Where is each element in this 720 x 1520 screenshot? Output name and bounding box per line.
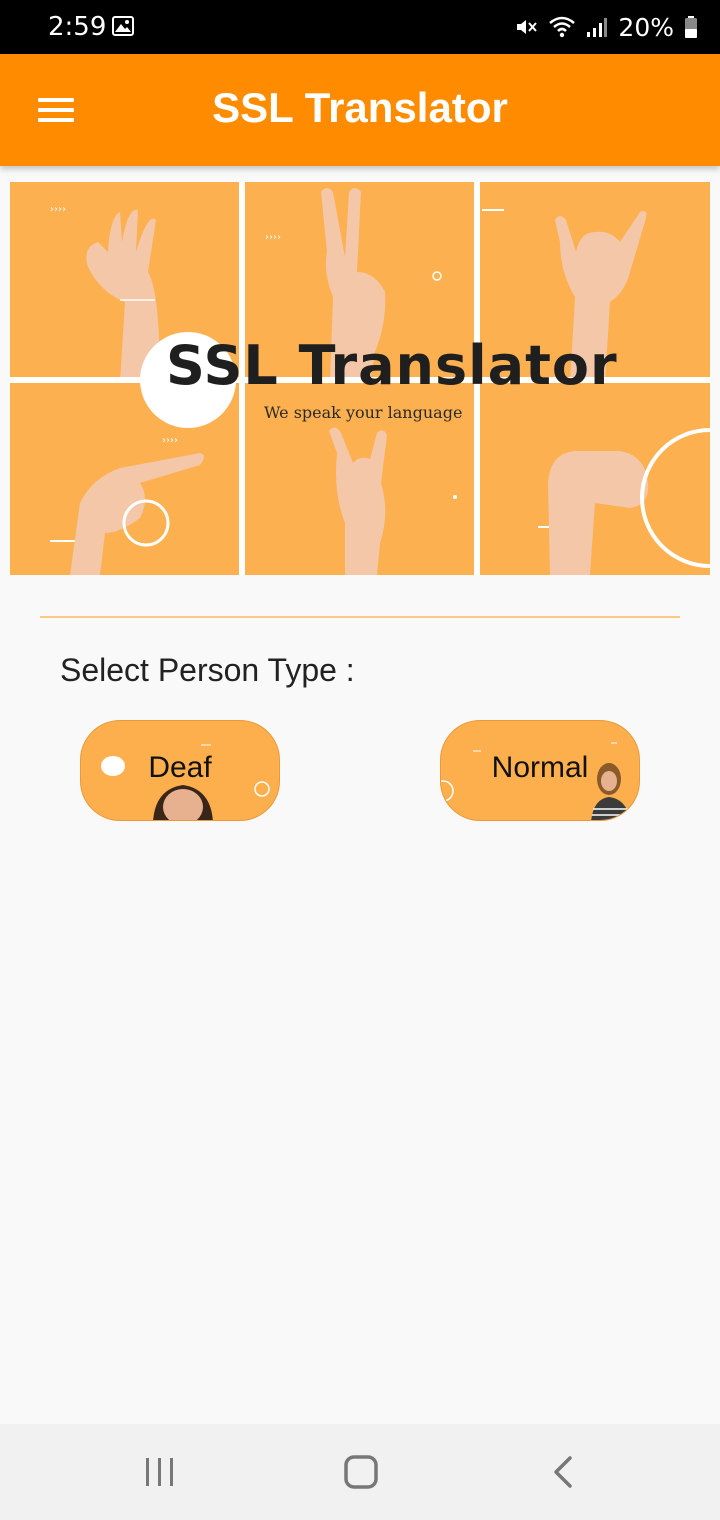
battery-icon: [685, 16, 697, 38]
recent-apps-button[interactable]: [130, 1452, 190, 1492]
svg-text:››››: ››››: [50, 204, 66, 215]
mute-icon: [517, 20, 538, 34]
banner-subtitle: We speak your language: [264, 403, 463, 422]
back-button[interactable]: [534, 1452, 594, 1492]
normal-label: Normal: [491, 751, 589, 784]
home-icon: [344, 1455, 378, 1489]
back-icon: [554, 1456, 572, 1488]
status-icons: 20%: [514, 12, 698, 42]
signal-icon: [587, 18, 608, 37]
recent-apps-icon: [146, 1458, 173, 1486]
deaf-button[interactable]: Deaf: [80, 720, 280, 821]
gallery-icon: [112, 16, 134, 36]
banner-image: ›››› ›››› ›››› SSL Translator We speak y…: [10, 182, 710, 575]
app-title: SSL Translator: [212, 84, 508, 131]
wifi-icon: [549, 16, 576, 38]
status-time: 2:59: [48, 12, 107, 42]
normal-button[interactable]: Normal: [440, 720, 640, 821]
banner-title: SSL Translator: [166, 334, 618, 397]
divider: [40, 616, 680, 618]
deaf-label: Deaf: [148, 751, 212, 784]
svg-text:››››: ››››: [162, 435, 178, 446]
home-button[interactable]: [330, 1452, 390, 1492]
app-bar: SSL Translator: [0, 54, 720, 166]
status-bar: 2:59 20%: [0, 0, 720, 54]
banner-panel: [480, 383, 710, 575]
navigation-bar: [0, 1424, 720, 1520]
svg-text:››››: ››››: [265, 232, 281, 243]
battery-percent: 20%: [618, 12, 674, 42]
section-label: Select Person Type :: [60, 652, 355, 688]
